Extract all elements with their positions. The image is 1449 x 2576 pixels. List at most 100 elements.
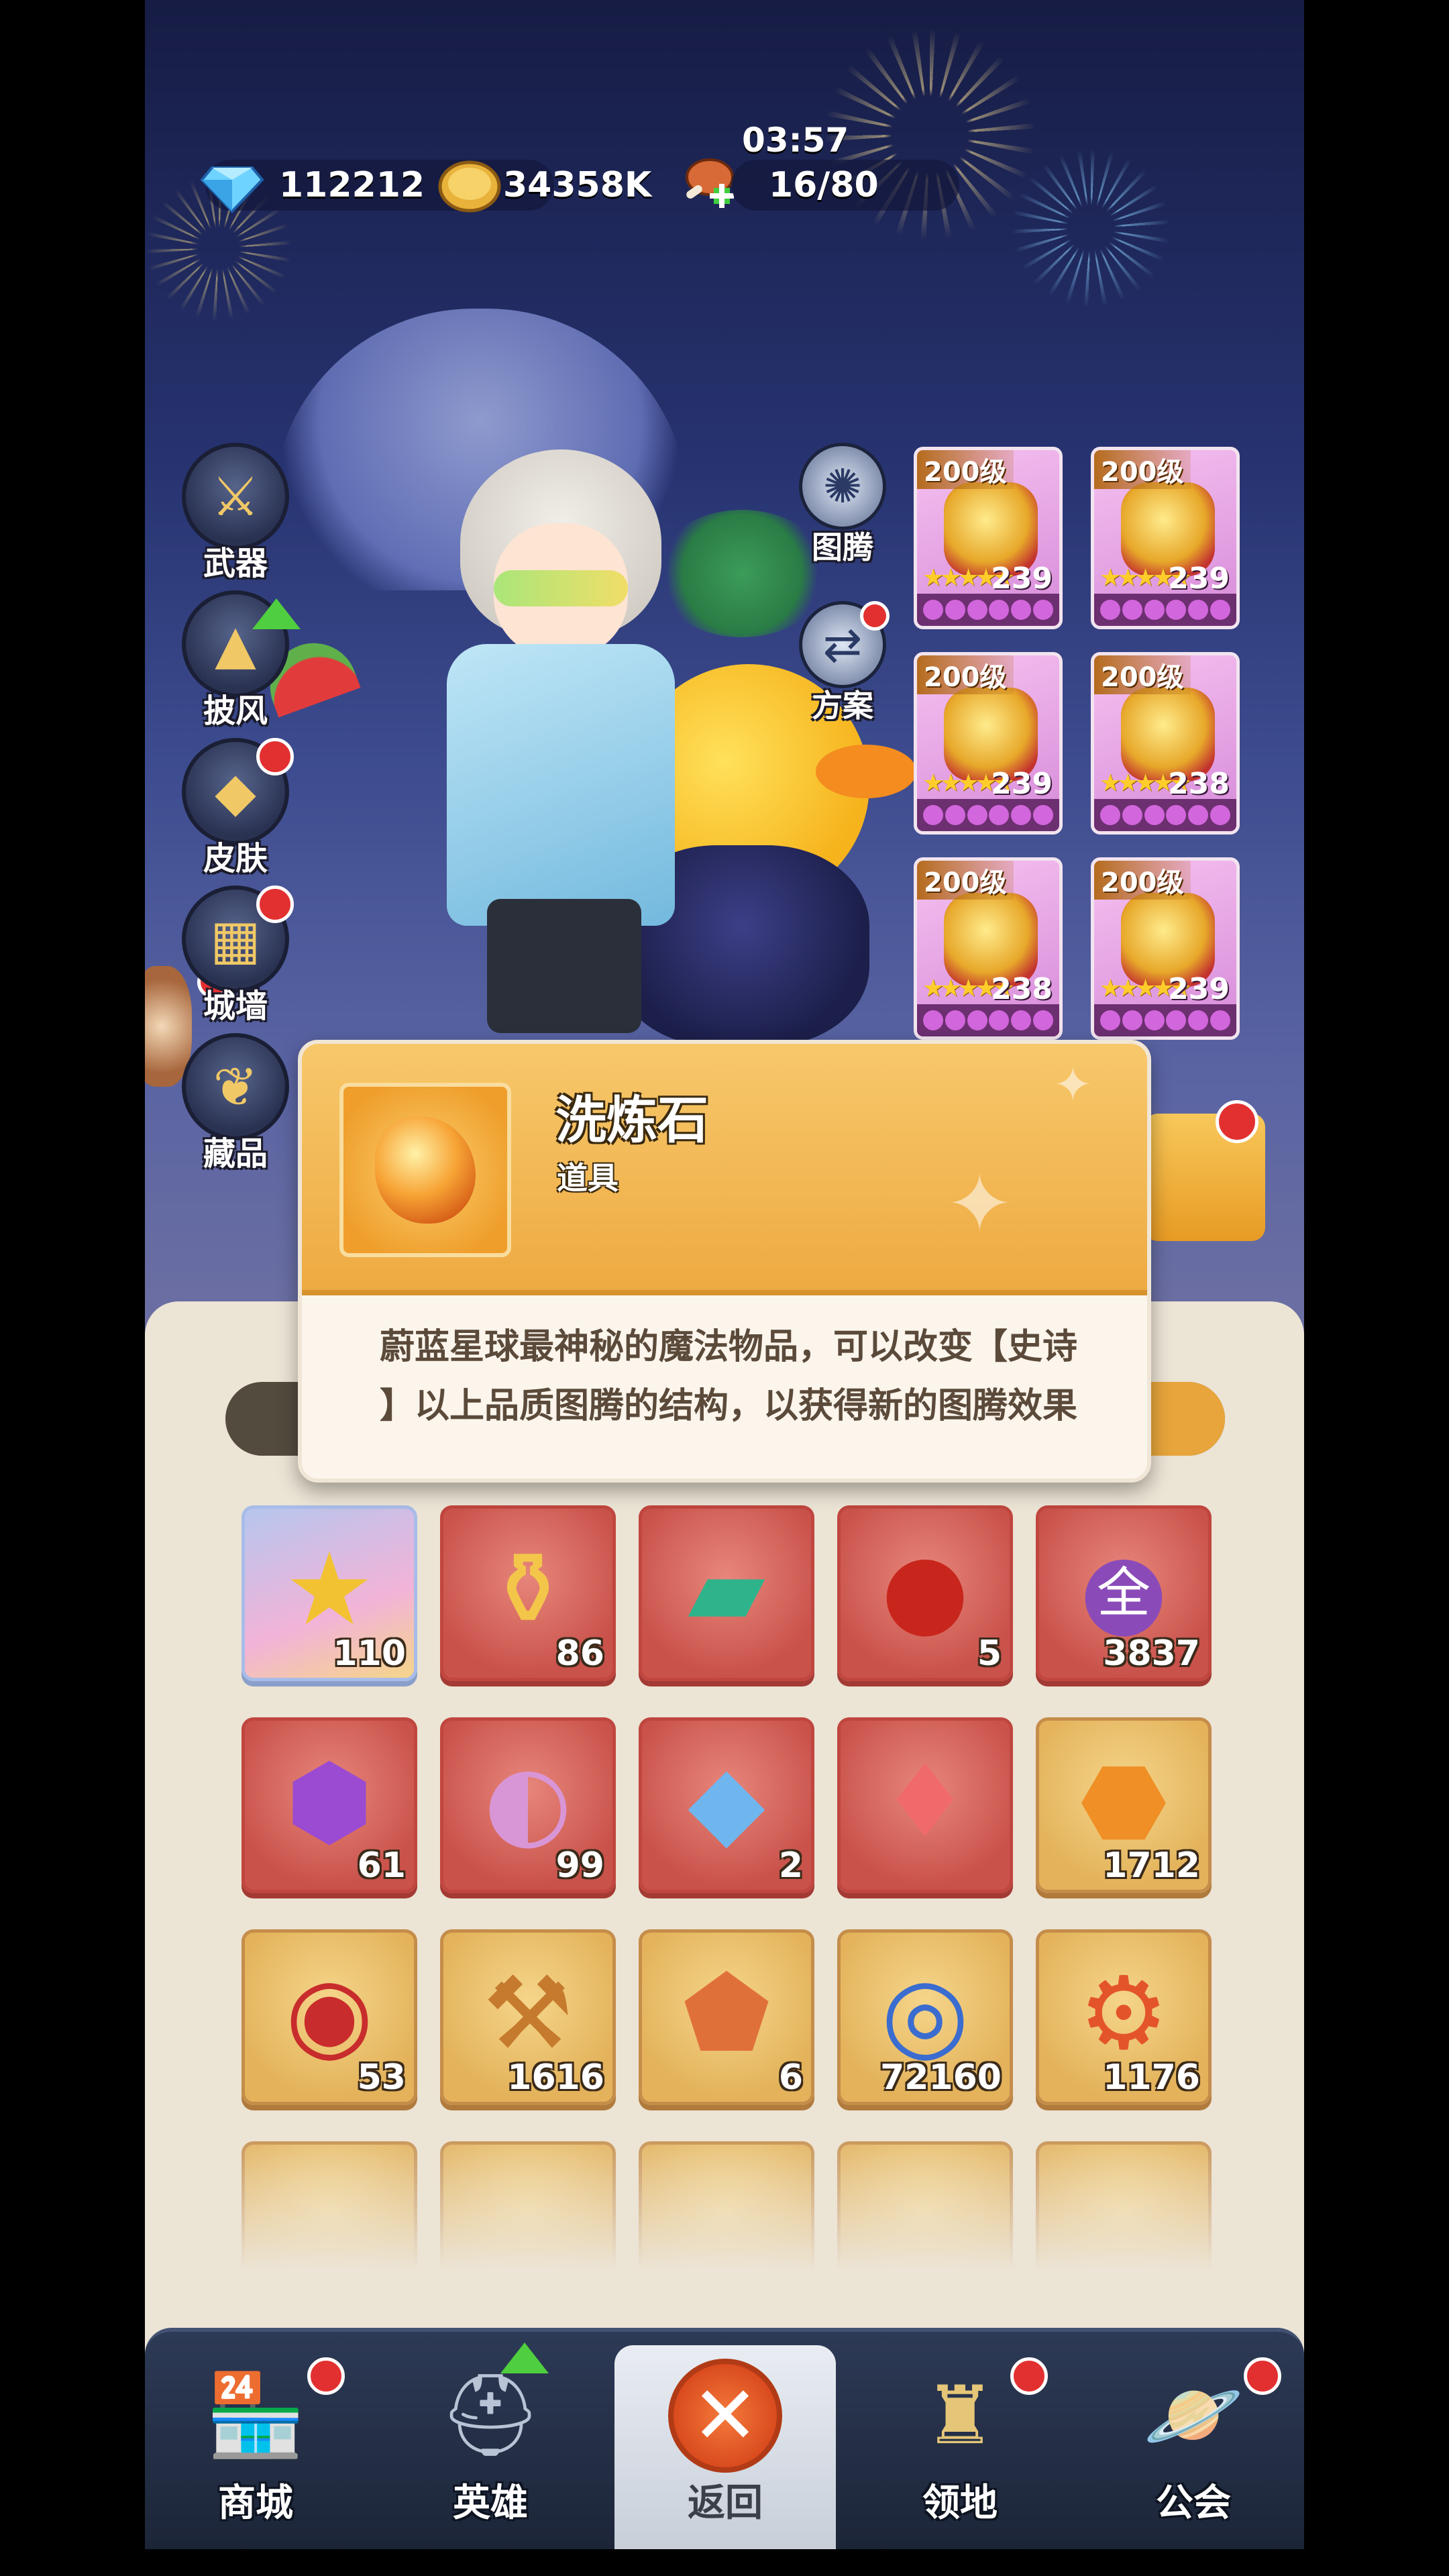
firework-decoration bbox=[1010, 148, 1171, 309]
game-screen: 03:57 112212 34358K 16/80 ⚔ 武器 ▲ 披风 ◆ 皮肤… bbox=[145, 0, 1304, 2549]
nav-guild[interactable]: 🪐 公会 bbox=[1083, 2345, 1304, 2549]
nav-back[interactable]: ✕ 返回 bbox=[614, 2345, 836, 2549]
inventory-slot[interactable]: ◎ 72160 bbox=[837, 1929, 1013, 2105]
inventory-slot[interactable]: ⬢ 61 bbox=[241, 1717, 417, 1893]
inventory-slot[interactable]: ★ 110 bbox=[241, 1505, 417, 1681]
hero-character[interactable] bbox=[400, 429, 722, 1046]
totem-icon: ✺ bbox=[799, 443, 886, 530]
side-menu-label: 城墙 bbox=[203, 987, 268, 1025]
socket-row bbox=[917, 1004, 1059, 1036]
red-dot-badge bbox=[1216, 1100, 1258, 1143]
equipment-slot[interactable]: 200级 ★★★★★ 238 bbox=[1091, 652, 1240, 835]
stamina-counter[interactable]: 16/80 bbox=[675, 158, 1037, 211]
chip-icon: ◉ bbox=[285, 1955, 374, 2072]
red-dot-badge bbox=[1010, 2357, 1048, 2395]
star-icon: ★ bbox=[284, 1531, 375, 1648]
gold-count: 34358K bbox=[503, 165, 652, 205]
red-dot-badge bbox=[256, 738, 294, 775]
inventory-slot[interactable]: ● 全 3837 bbox=[1036, 1505, 1212, 1681]
equipment-slot[interactable]: 200级 ★★★★★ 238 bbox=[914, 857, 1063, 1040]
red-fruit-icon: ● bbox=[881, 1531, 969, 1648]
equipment-score: 238 bbox=[991, 972, 1053, 1006]
socket-row bbox=[1094, 594, 1236, 626]
red-dot-badge bbox=[256, 885, 294, 923]
tooltip-item-frame bbox=[339, 1083, 511, 1257]
inventory-slot[interactable]: ⬣ 1712 bbox=[1036, 1717, 1212, 1893]
equipment-level: 200级 bbox=[1094, 861, 1191, 900]
nav-label: 公会 bbox=[1156, 2481, 1231, 2525]
inventory-slot[interactable]: ⚱ 86 bbox=[440, 1505, 616, 1681]
item-count: 53 bbox=[357, 2057, 406, 2098]
crystal-icon: ◆ bbox=[688, 1743, 765, 1860]
item-count: 72160 bbox=[880, 2057, 1002, 2098]
nav-shop[interactable]: 🏪 商城 bbox=[145, 2345, 366, 2549]
collection-icon: ❦ bbox=[182, 1033, 289, 1140]
totem-button[interactable]: ✺ 图腾 bbox=[796, 443, 890, 568]
item-count: 110 bbox=[333, 1633, 406, 1674]
ore-icon: ⬟ bbox=[682, 1955, 771, 2072]
nav-territory[interactable]: ♜ 领地 bbox=[849, 2345, 1071, 2549]
refine-stone-icon: ⬣ bbox=[1079, 1743, 1168, 1860]
tooltip-description: 蔚蓝星球最神秘的魔法物品，可以改变【史诗 】以上品质图腾的结构，以获得新的图腾效… bbox=[335, 1318, 1122, 1436]
red-dot-badge bbox=[860, 601, 890, 631]
inventory-slot[interactable]: ♦ bbox=[837, 1717, 1013, 1893]
item-tooltip: ✦ ✦ 洗炼石 道具 蔚蓝星球最神秘的魔法物品，可以改变【史诗 】以上品质图腾的… bbox=[298, 1040, 1151, 1483]
socket-row bbox=[917, 799, 1059, 831]
inventory-slot[interactable]: ▰ bbox=[639, 1505, 814, 1681]
sparkle-icon: ✦ bbox=[946, 1158, 1014, 1251]
upgrade-arrow-icon bbox=[500, 2343, 549, 2373]
side-menu-label: 藏品 bbox=[203, 1135, 268, 1173]
equipment-slot[interactable]: 200级 ★★★★★ 239 bbox=[914, 652, 1063, 835]
side-menu-cape[interactable]: ▲ 披风 bbox=[178, 590, 301, 731]
equipment-level: 200级 bbox=[917, 655, 1014, 694]
item-count: 61 bbox=[357, 1845, 406, 1886]
red-dot-badge bbox=[307, 2357, 345, 2395]
bottom-nav: 🏪 商城 ⛑ 英雄 ✕ 返回 ♜ 领地 🪐 公会 bbox=[145, 2328, 1304, 2549]
gold-coin-icon bbox=[438, 160, 501, 213]
equipment-score: 239 bbox=[991, 767, 1053, 801]
sparkle-icon: ✦ bbox=[1053, 1057, 1093, 1112]
inventory-slot[interactable]: ⬟ 6 bbox=[639, 1929, 814, 2105]
planet-icon: 🪐 bbox=[1143, 2369, 1244, 2462]
inventory-slot[interactable]: ◉ 53 bbox=[241, 1929, 417, 2105]
side-menu-collection[interactable]: ❦ 藏品 bbox=[178, 1033, 292, 1174]
side-menu-skin[interactable]: ◆ 皮肤 bbox=[178, 738, 294, 879]
tooltip-item-type: 道具 bbox=[557, 1160, 619, 1196]
equipment-slot[interactable]: 200级 ★★★★★ 239 bbox=[1091, 447, 1240, 629]
helmet-icon: ⛑ bbox=[439, 2369, 542, 2462]
inventory-slot[interactable]: ⚒ 1616 bbox=[440, 1929, 616, 2105]
castle-icon: ♜ bbox=[924, 2369, 996, 2463]
inventory-slot[interactable]: ● 5 bbox=[837, 1505, 1013, 1681]
equipment-level: 200级 bbox=[1094, 450, 1191, 489]
side-menu-weapon[interactable]: ⚔ 武器 bbox=[178, 443, 292, 584]
item-count: 1176 bbox=[1103, 2057, 1200, 2098]
rubber-duck-beak bbox=[816, 745, 916, 798]
timer-label: 03:57 bbox=[742, 121, 849, 160]
diamond-icon bbox=[200, 166, 264, 213]
scheme-button[interactable]: ⇄ 方案 bbox=[796, 601, 890, 726]
hammer-icon: ⚒ bbox=[482, 1955, 574, 2072]
side-menu-label: 武器 bbox=[203, 545, 268, 582]
item-count: 86 bbox=[555, 1633, 604, 1674]
nav-label: 领地 bbox=[922, 2481, 998, 2525]
equipment-score: 238 bbox=[1168, 767, 1230, 801]
conch-icon: ◐ bbox=[484, 1743, 572, 1860]
nav-hero[interactable]: ⛑ 英雄 bbox=[380, 2343, 601, 2549]
equipment-slot[interactable]: 200级 ★★★★★ 239 bbox=[914, 447, 1063, 629]
red-dot-badge bbox=[1244, 2357, 1281, 2395]
socket-row bbox=[1094, 799, 1236, 831]
refine-stone-icon bbox=[375, 1116, 476, 1224]
side-menu-wall[interactable]: ▦ 城墙 bbox=[178, 885, 294, 1026]
totem-label: 图腾 bbox=[812, 529, 873, 566]
equipment-score: 239 bbox=[991, 561, 1053, 596]
inventory-slot[interactable]: ◐ 99 bbox=[440, 1717, 616, 1893]
gem-count: 112212 bbox=[279, 165, 425, 205]
stamina-count: 16/80 bbox=[769, 165, 879, 205]
upgrade-arrow-icon bbox=[252, 598, 301, 629]
item-count: 5 bbox=[977, 1633, 1002, 1674]
socket-row bbox=[1094, 1004, 1236, 1036]
tooltip-item-name: 洗炼石 bbox=[555, 1090, 708, 1150]
inventory-slot[interactable]: ◆ 2 bbox=[639, 1717, 814, 1893]
equipment-slot[interactable]: 200级 ★★★★★ 239 bbox=[1091, 857, 1240, 1040]
inventory-slot[interactable]: ⚙ 1176 bbox=[1036, 1929, 1212, 2105]
